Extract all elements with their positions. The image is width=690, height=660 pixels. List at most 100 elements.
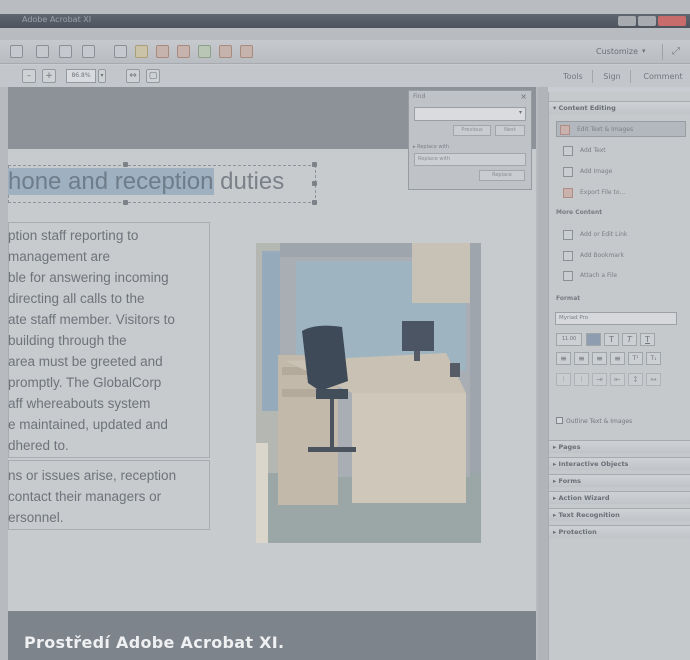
outdent-icon[interactable]: ⇤ bbox=[610, 373, 625, 386]
comment-icon[interactable] bbox=[135, 45, 148, 58]
bullets-icon[interactable]: ⁝ bbox=[556, 373, 571, 386]
zoom-in-button[interactable]: + bbox=[42, 69, 56, 83]
add-link-tool[interactable]: Add or Edit Link bbox=[560, 227, 627, 243]
add-text-icon bbox=[563, 146, 573, 156]
fit-page-icon[interactable]: ⇔ bbox=[126, 69, 140, 83]
image-caption: Prostředí Adobe Acrobat XI. bbox=[24, 633, 285, 652]
font-color-button[interactable] bbox=[586, 333, 601, 346]
paragraph-line: aff whereabouts system bbox=[8, 396, 151, 411]
email-icon[interactable] bbox=[82, 45, 95, 58]
tool-label: Export File to... bbox=[580, 189, 626, 196]
share-icon[interactable] bbox=[156, 45, 169, 58]
page-heading[interactable]: hone and reception duties bbox=[8, 168, 284, 196]
tab-comment[interactable]: Comment bbox=[636, 69, 690, 84]
content-editing-header[interactable]: ▾ Content Editing bbox=[549, 101, 690, 114]
more-content-header: More Content bbox=[556, 209, 603, 216]
paragraph-line: contact their managers or bbox=[8, 489, 162, 504]
office-cubicle-image[interactable] bbox=[256, 243, 481, 543]
find-input[interactable]: ▾ bbox=[414, 107, 526, 121]
paragraph-line: ersonnel. bbox=[8, 510, 64, 525]
link-icon bbox=[563, 230, 573, 240]
create-icon[interactable] bbox=[10, 45, 23, 58]
combine-icon[interactable] bbox=[219, 45, 232, 58]
character-spacing-icon[interactable]: ↔ bbox=[646, 373, 661, 386]
paragraph-line: ption staff reporting to bbox=[8, 228, 139, 243]
paragraph-line: e maintained, updated and bbox=[8, 417, 168, 432]
maximize-button[interactable] bbox=[638, 16, 656, 26]
secondary-toolbar: – + 86.8% ▾ ⇔ ▢ Tools Sign Comment bbox=[0, 65, 690, 87]
text-recognition-section[interactable]: ▸ Text Recognition bbox=[549, 508, 690, 521]
pages-section[interactable]: ▸ Pages bbox=[549, 440, 690, 453]
tool-label: Add Bookmark bbox=[580, 252, 624, 259]
replace-with-toggle[interactable]: ▸ Replace with bbox=[413, 144, 449, 150]
main-toolbar: Customize ▾ ⤢ bbox=[0, 40, 690, 64]
resize-handle[interactable] bbox=[312, 162, 317, 167]
expand-icon[interactable]: ⤢ bbox=[672, 46, 684, 58]
justify-button[interactable]: ≡ bbox=[610, 352, 625, 365]
export-file-tool[interactable]: Export File to... bbox=[560, 185, 625, 201]
checkbox-icon bbox=[556, 417, 563, 424]
add-bookmark-tool[interactable]: Add Bookmark bbox=[560, 248, 624, 264]
open-icon[interactable] bbox=[36, 45, 49, 58]
action-wizard-section[interactable]: ▸ Action Wizard bbox=[549, 491, 690, 504]
zoom-dropdown[interactable]: ▾ bbox=[98, 69, 106, 83]
replace-button[interactable]: Replace bbox=[479, 170, 525, 181]
font-select[interactable]: Myriad Pro bbox=[555, 312, 677, 325]
line-spacing-icon[interactable]: ↕ bbox=[628, 373, 643, 386]
edit-text-images-tool[interactable]: Edit Text & Images bbox=[556, 121, 686, 137]
forms-section[interactable]: ▸ Forms bbox=[549, 474, 690, 487]
panel-splitter[interactable] bbox=[538, 87, 548, 660]
next-button[interactable]: Next bbox=[495, 125, 525, 136]
align-right-button[interactable]: ≡ bbox=[592, 352, 607, 365]
protection-section[interactable]: ▸ Protection bbox=[549, 525, 690, 538]
export-icon[interactable] bbox=[198, 45, 211, 58]
tool-label: Edit Text & Images bbox=[577, 126, 634, 133]
customize-button[interactable]: Customize bbox=[596, 47, 638, 56]
add-text-tool[interactable]: Add Text bbox=[560, 143, 606, 159]
tab-sign[interactable]: Sign bbox=[598, 69, 626, 84]
zoom-field[interactable]: 86.8% bbox=[66, 69, 96, 83]
chevron-down-icon[interactable]: ▾ bbox=[519, 109, 522, 116]
outline-text-checkbox[interactable]: Outline Text & Images bbox=[556, 417, 632, 425]
settings-icon[interactable] bbox=[114, 45, 127, 58]
font-size-select[interactable]: 11.00 bbox=[556, 333, 582, 346]
resize-handle[interactable] bbox=[312, 181, 317, 186]
numbering-icon[interactable]: ⁝ bbox=[574, 373, 589, 386]
zoom-out-button[interactable]: – bbox=[22, 69, 36, 83]
heading-rest: duties bbox=[213, 168, 285, 195]
replace-input[interactable]: Replace with bbox=[414, 153, 526, 166]
paragraph-line: ns or issues arise, reception bbox=[8, 468, 177, 483]
bold-button[interactable]: T bbox=[604, 333, 619, 346]
heading-highlighted: hone and reception bbox=[8, 168, 214, 195]
minimize-button[interactable] bbox=[618, 16, 636, 26]
edit-text-icon bbox=[560, 125, 570, 135]
add-image-tool[interactable]: Add Image bbox=[560, 164, 612, 180]
align-left-button[interactable]: ≡ bbox=[556, 352, 571, 365]
interactive-objects-section[interactable]: ▸ Interactive Objects bbox=[549, 457, 690, 470]
outline-label: Outline Text & Images bbox=[566, 418, 633, 425]
align-center-button[interactable]: ≡ bbox=[574, 352, 589, 365]
underline-button[interactable]: T bbox=[640, 333, 655, 346]
resize-handle[interactable] bbox=[123, 200, 128, 205]
print-icon[interactable] bbox=[59, 45, 72, 58]
attach-file-tool[interactable]: Attach a File bbox=[560, 268, 617, 284]
tab-tools[interactable]: Tools bbox=[556, 69, 590, 84]
close-icon[interactable]: × bbox=[520, 92, 527, 101]
export-icon bbox=[563, 188, 573, 198]
edit-icon[interactable] bbox=[240, 45, 253, 58]
pdf-icon[interactable] bbox=[177, 45, 190, 58]
resize-handle[interactable] bbox=[312, 200, 317, 205]
tab-divider bbox=[630, 70, 631, 83]
italic-button[interactable]: T bbox=[622, 333, 637, 346]
chevron-down-icon[interactable]: ▾ bbox=[642, 47, 646, 55]
close-button[interactable] bbox=[658, 16, 686, 26]
full-screen-icon[interactable]: ▢ bbox=[146, 69, 160, 83]
window-title: Adobe Acrobat XI bbox=[22, 15, 92, 24]
tab-divider bbox=[592, 70, 593, 83]
superscript-button[interactable]: T¹ bbox=[628, 352, 643, 365]
resize-handle[interactable] bbox=[123, 162, 128, 167]
previous-button[interactable]: Previous bbox=[453, 125, 491, 136]
indent-icon[interactable]: ⇥ bbox=[592, 373, 607, 386]
tool-label: Add Image bbox=[580, 168, 613, 175]
subscript-button[interactable]: T₁ bbox=[646, 352, 661, 365]
